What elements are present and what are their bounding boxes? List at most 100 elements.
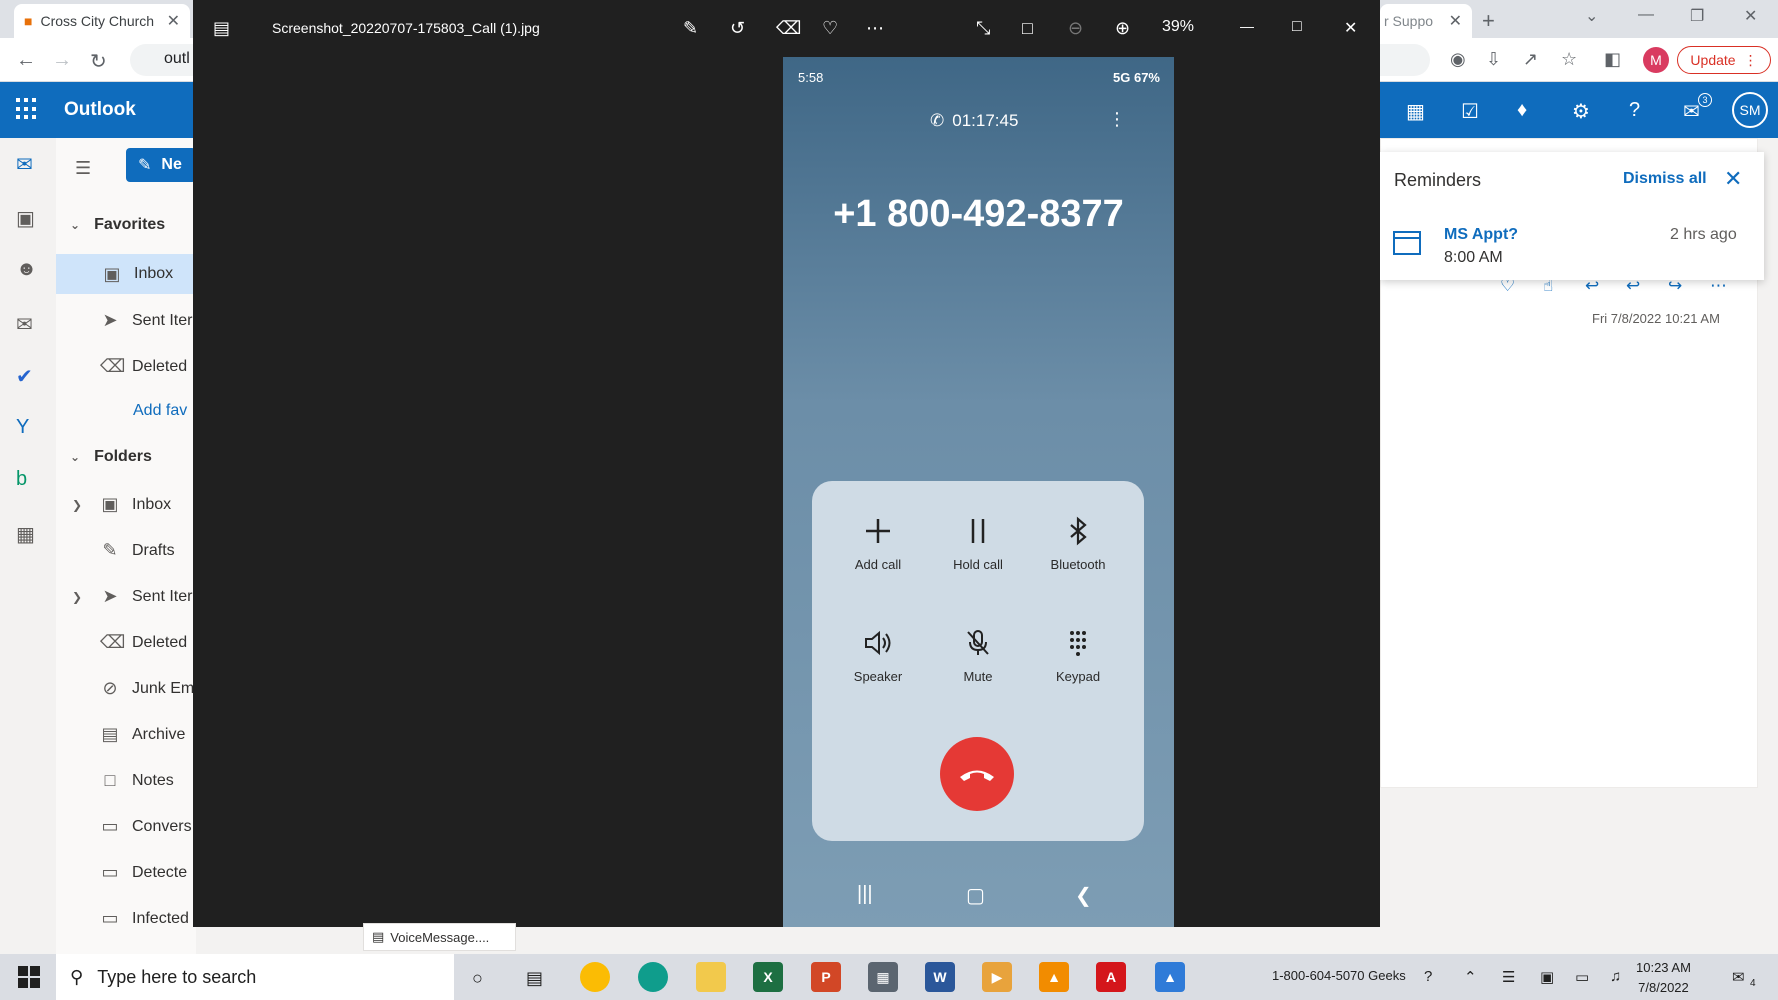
powerpoint-icon[interactable]: P (811, 962, 841, 992)
hamburger-icon[interactable]: ☰ (75, 158, 91, 179)
zoom-in-icon[interactable]: ⊕ (1115, 18, 1130, 39)
tab-close-icon[interactable]: ✕ (1449, 11, 1462, 31)
attachment-chip[interactable]: ▤ VoiceMessage.... (363, 923, 516, 951)
people-icon[interactable]: ☻ (16, 258, 37, 281)
favorite-deleted[interactable]: ⌫ Deleted (100, 356, 187, 377)
photos-viewer-window: ▤ Screenshot_20220707-175803_Call (1).jp… (193, 0, 1380, 927)
cortana-icon[interactable]: ○ (472, 968, 483, 989)
yammer-icon[interactable]: Y (16, 416, 29, 439)
calendar-check-icon[interactable]: ☑ (1461, 99, 1479, 124)
star-icon[interactable]: ☆ (1561, 49, 1577, 70)
folder-sent-items[interactable]: ➤ Sent Iter (100, 586, 192, 607)
close-window-icon[interactable]: ✕ (1344, 18, 1357, 38)
install-icon[interactable]: ⇩ (1486, 49, 1501, 70)
delete-icon[interactable]: ⌫ (776, 18, 801, 39)
help-icon[interactable]: ? (1629, 99, 1640, 122)
favorites-header[interactable]: ⌄ Favorites (70, 216, 165, 234)
acrobat-icon[interactable]: A (1096, 962, 1126, 992)
dismiss-all-button[interactable]: Dismiss all (1623, 170, 1707, 188)
chevron-right-icon[interactable]: ❯ (72, 590, 82, 604)
edit-icon[interactable]: ✎ (683, 18, 698, 39)
rotate-icon[interactable]: ↺ (730, 18, 745, 39)
tab-support[interactable]: r Suppo ✕ (1380, 4, 1472, 38)
folder-inbox[interactable]: ▣ Inbox (100, 494, 171, 515)
control-label: Bluetooth (1050, 557, 1106, 572)
reminder-subject[interactable]: MS Appt? (1444, 226, 1518, 244)
task-view-icon[interactable]: ▤ (526, 968, 543, 989)
add-favorite-link[interactable]: Add fav (133, 402, 187, 420)
paperclip-icon[interactable]: ✉ (16, 312, 33, 337)
new-mail-button[interactable]: ✎ Ne (126, 148, 196, 182)
folders-header[interactable]: ⌄ Folders (70, 448, 152, 466)
user-avatar[interactable]: SM (1732, 92, 1768, 128)
chevron-right-icon[interactable]: ❯ (72, 498, 82, 512)
folder-conversation[interactable]: ▭ Convers (100, 816, 191, 837)
taskbar-phone-label[interactable]: 1-800-604-5070 Geeks (1272, 968, 1406, 983)
taskbar-clock[interactable]: 10:23 AM 7/8/2022 (1636, 958, 1691, 998)
folder-detected[interactable]: ▭ Detecte (100, 862, 187, 883)
chevron-up-icon[interactable]: ⌃ (1464, 968, 1477, 986)
edge-icon[interactable] (638, 962, 668, 992)
actual-size-icon[interactable]: □ (1022, 18, 1033, 39)
notification-center-icon[interactable]: ✉ (1732, 968, 1745, 986)
volume-icon[interactable]: ♫ (1610, 968, 1621, 985)
help-icon[interactable]: ? (1424, 968, 1432, 985)
excel-icon[interactable]: X (753, 962, 783, 992)
network-icon[interactable]: ☰ (1502, 968, 1515, 986)
media-player-icon[interactable]: ▶ (982, 962, 1012, 992)
folder-deleted[interactable]: ⌫ Deleted (100, 632, 187, 653)
apps-icon[interactable]: ▦ (16, 522, 35, 547)
update-button[interactable]: Update ⋮ (1677, 46, 1771, 74)
bell-icon[interactable]: ♦ (1517, 99, 1527, 122)
maximize-icon[interactable]: □ (1292, 18, 1302, 36)
teams-icon[interactable]: ▦ (1406, 99, 1425, 124)
todo-check-icon[interactable]: ✔ (16, 364, 33, 389)
reload-icon[interactable]: ↻ (90, 49, 107, 74)
eye-icon[interactable]: ◉ (1450, 49, 1466, 70)
close-window-icon[interactable]: ✕ (1744, 6, 1757, 26)
expand-icon[interactable]: ⤡ (976, 18, 990, 39)
restore-icon[interactable]: ❐ (1690, 6, 1704, 26)
photos-icon[interactable]: ▲ (1155, 962, 1185, 992)
more-icon[interactable]: ⋯ (866, 18, 884, 39)
calendar-icon[interactable]: ▣ (16, 206, 35, 231)
mail-icon[interactable]: ✉ (16, 152, 33, 177)
gear-icon[interactable]: ⚙ (1572, 99, 1590, 124)
folder-infected[interactable]: ▭ Infected (100, 908, 188, 929)
monitor-icon[interactable]: ▣ (1540, 968, 1554, 986)
forward-arrow-icon[interactable]: → (52, 49, 72, 72)
taskbar-search[interactable]: ⚲ Type here to search (56, 954, 454, 1000)
app-launcher-icon[interactable] (16, 98, 38, 120)
favorite-inbox[interactable]: ▣ Inbox (56, 254, 196, 294)
back-arrow-icon[interactable]: ← (16, 49, 36, 72)
folder-archive[interactable]: ▤ Archive (100, 724, 185, 745)
close-icon[interactable]: ✕ (1724, 166, 1742, 192)
windows-start-icon[interactable] (18, 966, 40, 988)
tab-close-icon[interactable]: ✕ (167, 11, 180, 31)
bookings-icon[interactable]: b (16, 468, 27, 491)
folder-notes[interactable]: □ Notes (100, 770, 174, 791)
file-explorer-icon[interactable] (696, 962, 726, 992)
tab-search-chevron-icon[interactable]: ⌄ (1585, 6, 1598, 26)
profile-avatar[interactable]: M (1643, 47, 1669, 73)
chrome-icon[interactable] (580, 962, 610, 992)
megaphone-icon[interactable]: ✉ (1683, 99, 1700, 124)
battery-icon[interactable]: ▭ (1575, 968, 1589, 986)
gallery-icon[interactable]: ▤ (213, 18, 230, 39)
app-title[interactable]: Outlook (64, 99, 136, 121)
zoom-out-icon[interactable]: ⊖ (1068, 18, 1083, 39)
chevron-down-icon: ⌄ (70, 218, 81, 232)
folder-drafts[interactable]: ✎ Drafts (100, 540, 174, 561)
minimize-icon[interactable]: — (1638, 6, 1654, 24)
side-panel-icon[interactable]: ◧ (1604, 49, 1621, 70)
folder-junk[interactable]: ⊘ Junk Em (100, 678, 194, 699)
word-icon[interactable]: W (925, 962, 955, 992)
tab-cross-city-church[interactable]: ■ Cross City Church ✕ (14, 4, 190, 38)
vlc-icon[interactable]: ▲ (1039, 962, 1069, 992)
calculator-icon[interactable]: ▦ (868, 962, 898, 992)
new-tab-button[interactable]: + (1482, 8, 1495, 34)
favorite-sent-items[interactable]: ➤ Sent Iter (100, 310, 192, 331)
favorite-heart-icon[interactable]: ♡ (822, 18, 838, 39)
share-icon[interactable]: ↗ (1523, 49, 1538, 70)
minimize-icon[interactable]: — (1240, 18, 1254, 34)
